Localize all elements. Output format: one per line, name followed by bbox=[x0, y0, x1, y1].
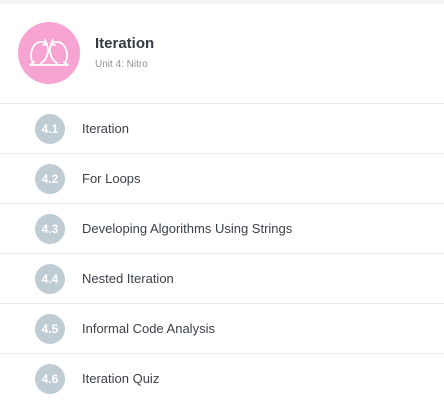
lesson-number-badge: 4.1 bbox=[35, 114, 65, 144]
lesson-list: 4.1 Iteration 4.2 For Loops 4.3 Developi… bbox=[0, 104, 444, 403]
lesson-title[interactable]: Developing Algorithms Using Strings bbox=[82, 221, 292, 236]
lesson-item[interactable]: 4.3 Developing Algorithms Using Strings bbox=[0, 204, 444, 254]
unit-subtitle: Unit 4: Nitro bbox=[95, 59, 148, 70]
lesson-number-badge: 4.2 bbox=[35, 164, 65, 194]
lesson-number-badge: 4.3 bbox=[35, 214, 65, 244]
lesson-item[interactable]: 4.4 Nested Iteration bbox=[0, 254, 444, 304]
lesson-number-badge: 4.6 bbox=[35, 364, 65, 394]
lesson-title[interactable]: Iteration bbox=[82, 121, 129, 136]
lesson-item[interactable]: 4.1 Iteration bbox=[0, 104, 444, 154]
unit-title: Iteration bbox=[95, 35, 155, 52]
lesson-number-badge: 4.4 bbox=[35, 264, 65, 294]
lesson-item[interactable]: 4.2 For Loops bbox=[0, 154, 444, 204]
lesson-title[interactable]: Informal Code Analysis bbox=[82, 321, 215, 336]
lesson-title[interactable]: Iteration Quiz bbox=[82, 371, 159, 386]
lesson-item[interactable]: 4.6 Iteration Quiz bbox=[0, 354, 444, 403]
lesson-title[interactable]: Nested Iteration bbox=[82, 271, 174, 286]
unit-panel: Iteration Unit 4: Nitro 4.1 Iteration 4.… bbox=[0, 0, 444, 403]
lesson-item[interactable]: 4.5 Informal Code Analysis bbox=[0, 304, 444, 354]
lesson-number-badge: 4.5 bbox=[35, 314, 65, 344]
lesson-title[interactable]: For Loops bbox=[82, 171, 141, 186]
iteration-loop-icon bbox=[18, 22, 80, 84]
unit-header: Iteration Unit 4: Nitro bbox=[0, 4, 444, 104]
